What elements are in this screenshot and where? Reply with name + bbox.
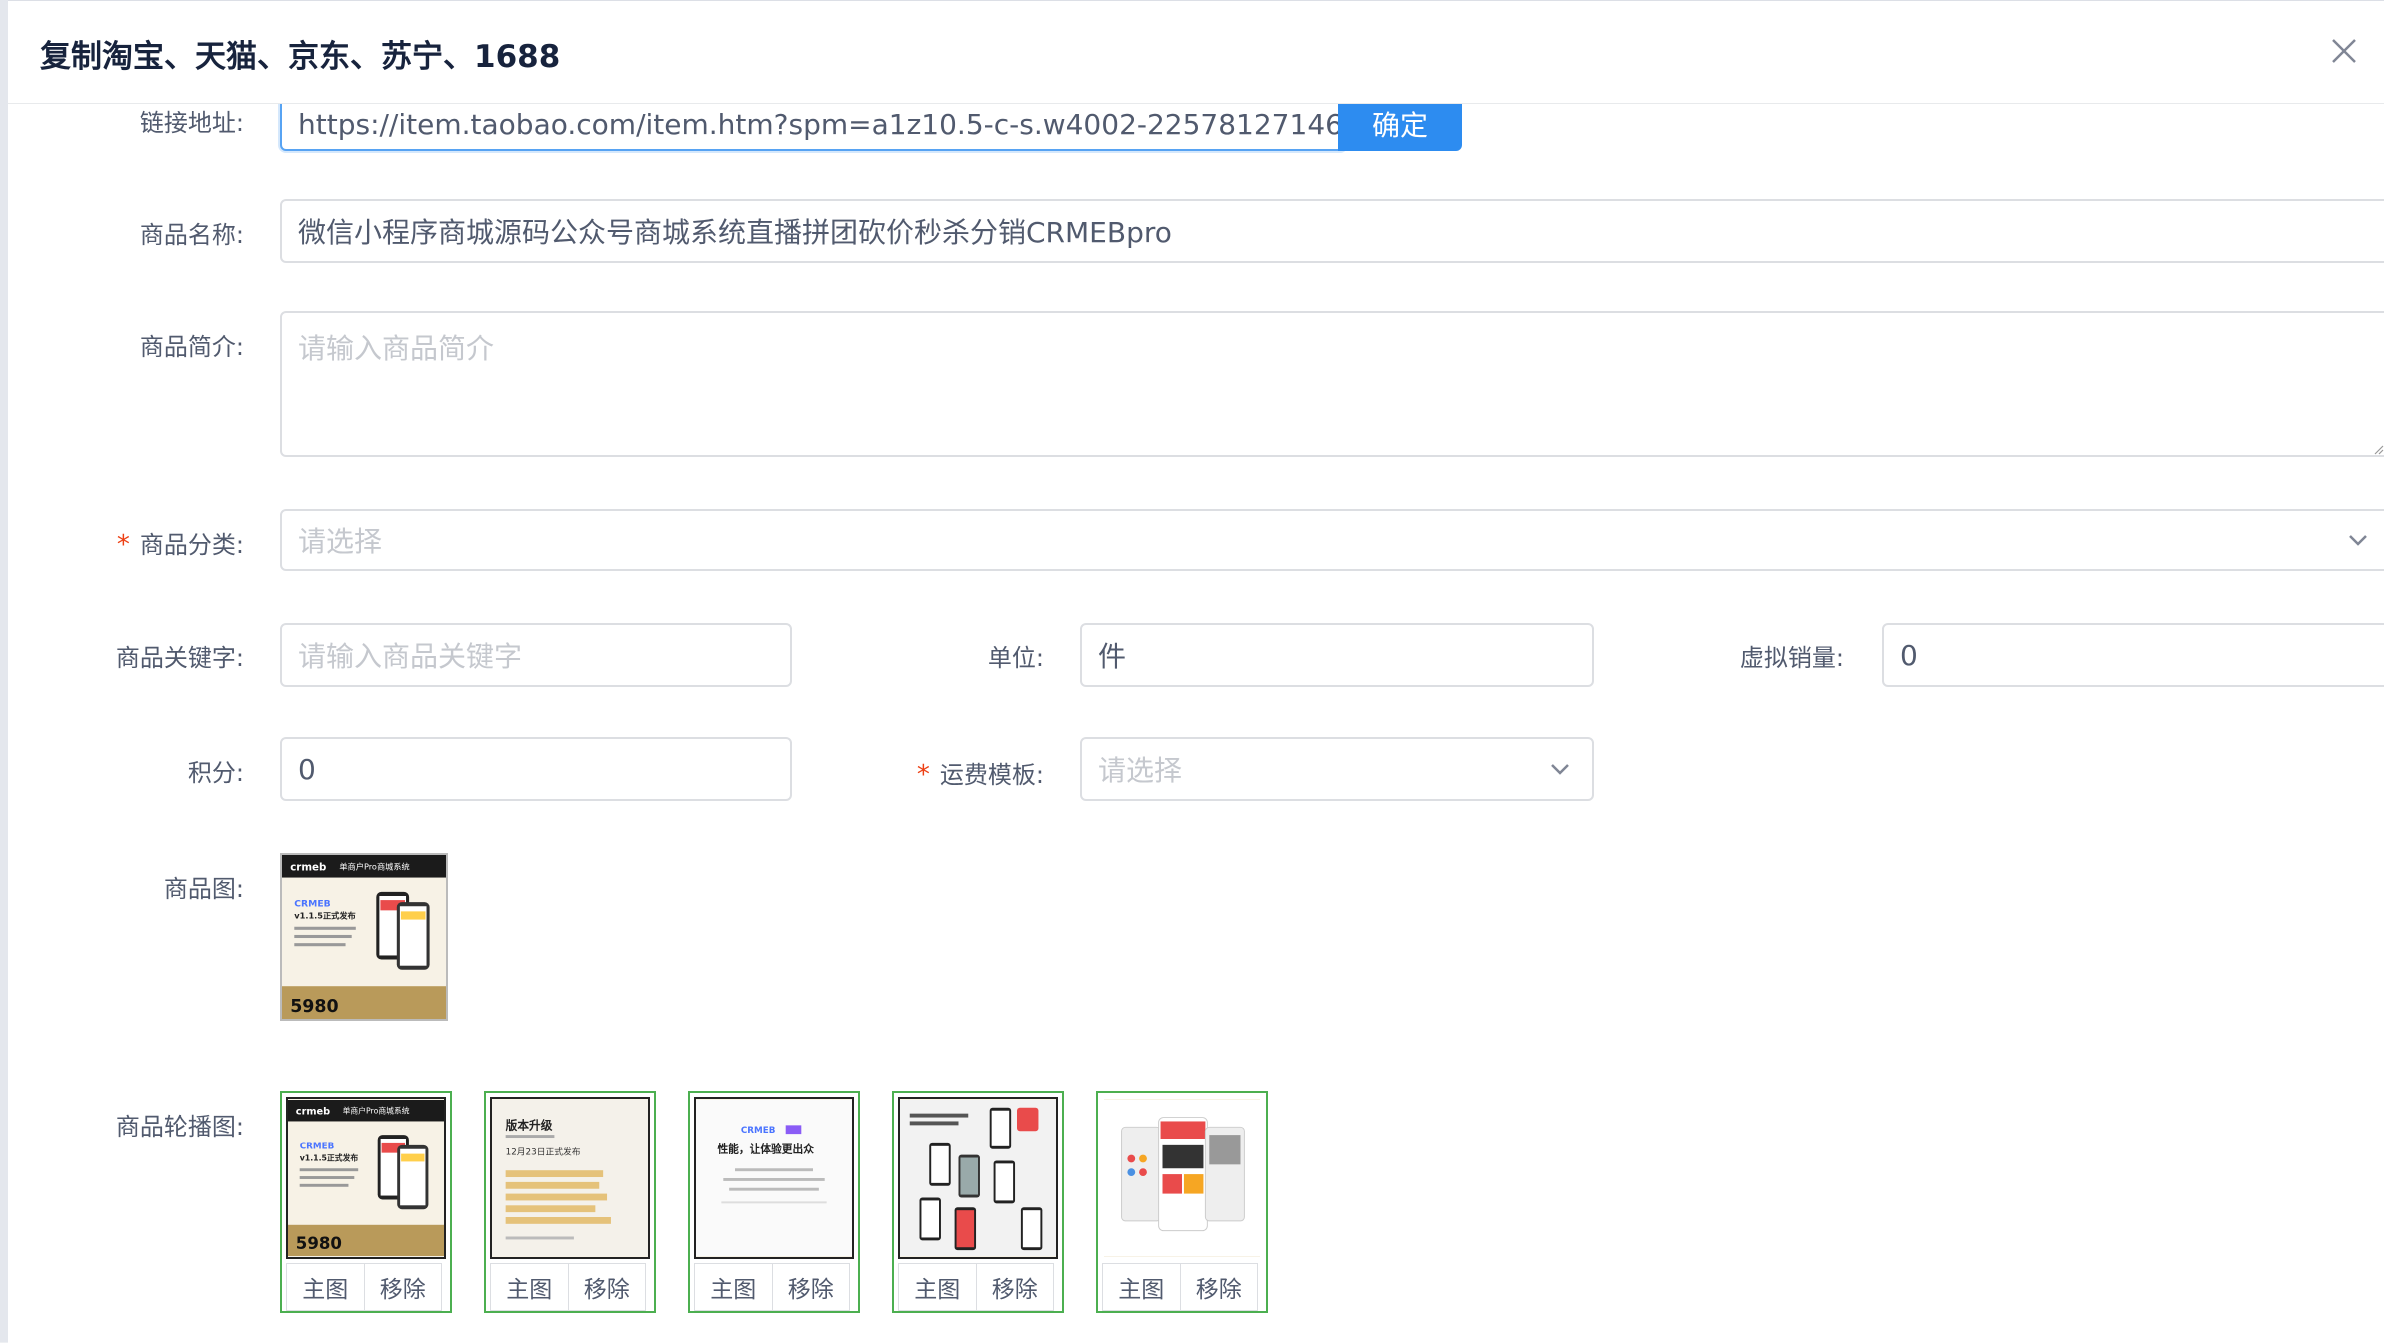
- svg-text:v1.1.5正式发布: v1.1.5正式发布: [300, 1152, 359, 1162]
- carousel-label: 商品轮播图:: [115, 1113, 244, 1141]
- confirm-button[interactable]: 确定: [1338, 97, 1462, 151]
- carousel-image[interactable]: [898, 1097, 1058, 1259]
- copy-product-modal: 复制淘宝、天猫、京东、苏宁、1688 链接地址: https://item.ta…: [8, 0, 2384, 1343]
- required-mark: *: [916, 760, 930, 790]
- required-mark: *: [116, 530, 130, 560]
- svg-text:crmeb: crmeb: [290, 861, 326, 873]
- keywords-placeholder: 请输入商品关键字: [298, 640, 523, 673]
- carousel-actions: 主图 移除: [286, 1263, 442, 1311]
- svg-text:5980: 5980: [290, 997, 338, 1017]
- remove-button[interactable]: 移除: [975, 1264, 1054, 1310]
- chevron-down-icon[interactable]: [1548, 757, 1572, 781]
- product-intro-textarea[interactable]: 请输入商品简介: [280, 311, 2384, 457]
- product-intro-placeholder: 请输入商品简介: [298, 332, 495, 365]
- svg-text:单商户Pro商城系统: 单商户Pro商城系统: [339, 861, 409, 871]
- phone-screens-image: [900, 1100, 1056, 1256]
- chevron-down-icon[interactable]: [2346, 528, 2370, 552]
- performance-poster-image: CRMEB 性能，让体验更出众: [696, 1100, 852, 1256]
- unit-label: 单位:: [987, 644, 1044, 672]
- remove-button[interactable]: 移除: [1179, 1264, 1258, 1310]
- set-main-button[interactable]: 主图: [695, 1264, 772, 1310]
- carousel-image[interactable]: [1102, 1097, 1262, 1259]
- main-product-image[interactable]: crmeb 单商户Pro商城系统 CRMEB v1.1.5正式发布 5980: [280, 853, 448, 1021]
- set-main-button[interactable]: 主图: [491, 1264, 568, 1310]
- set-main-button[interactable]: 主图: [1103, 1264, 1180, 1310]
- svg-text:单商户Pro商城系统: 单商户Pro商城系统: [343, 1106, 410, 1116]
- points-input[interactable]: 0: [280, 737, 792, 801]
- remove-button[interactable]: 移除: [363, 1264, 442, 1310]
- background-page-edge: [0, 0, 8, 1342]
- carousel-item: CRMEB 性能，让体验更出众 主图 移除: [688, 1091, 860, 1313]
- virtual-sales-input[interactable]: 0: [1882, 623, 2384, 687]
- textarea-resize-handle-icon[interactable]: [2372, 443, 2384, 455]
- carousel-actions: 主图 移除: [490, 1263, 646, 1311]
- close-icon[interactable]: [2328, 35, 2360, 67]
- poster-image: crmeb 单商户Pro商城系统 CRMEB v1.1.5正式发布 5980: [288, 1100, 444, 1256]
- modal-title: 复制淘宝、天猫、京东、苏宁、1688: [40, 39, 561, 75]
- shipping-placeholder: 请选择: [1098, 754, 1183, 787]
- upgrade-poster-image: 版本升级 12月23日正式发布: [492, 1100, 648, 1256]
- carousel-image[interactable]: CRMEB 性能，让体验更出众: [694, 1097, 854, 1259]
- carousel-image[interactable]: 版本升级 12月23日正式发布: [490, 1097, 650, 1259]
- svg-text:性能，让体验更出众: 性能，让体验更出众: [717, 1143, 814, 1156]
- virtual-sales-label: 虚拟销量:: [1739, 644, 1844, 672]
- points-label: 积分:: [187, 759, 244, 787]
- svg-text:CRMEB: CRMEB: [294, 898, 330, 909]
- carousel-actions: 主图 移除: [1102, 1263, 1258, 1311]
- carousel-item: 主图 移除: [892, 1091, 1064, 1313]
- link-label: 链接地址:: [139, 109, 244, 137]
- unit-input[interactable]: 件: [1080, 623, 1594, 687]
- product-name-input[interactable]: 微信小程序商城源码公众号商城系统直播拼团砍价秒杀分销CRMEBpro: [280, 199, 2384, 263]
- remove-button[interactable]: 移除: [567, 1264, 646, 1310]
- product-name-label: 商品名称:: [139, 221, 244, 249]
- svg-text:v1.1.5正式发布: v1.1.5正式发布: [294, 911, 355, 921]
- remove-button[interactable]: 移除: [771, 1264, 850, 1310]
- set-main-button[interactable]: 主图: [287, 1264, 364, 1310]
- category-placeholder: 请选择: [298, 525, 383, 558]
- svg-text:CRMEB: CRMEB: [300, 1142, 335, 1152]
- carousel-actions: 主图 移除: [898, 1263, 1054, 1311]
- app-screens-image: [1104, 1100, 1260, 1256]
- keywords-input[interactable]: 请输入商品关键字: [280, 623, 792, 687]
- carousel-image[interactable]: crmeb 单商户Pro商城系统 CRMEB v1.1.5正式发布 5980: [286, 1097, 446, 1259]
- link-input[interactable]: https://item.taobao.com/item.htm?spm=a1z…: [280, 97, 1346, 151]
- svg-text:5980: 5980: [296, 1234, 342, 1253]
- svg-text:CRMEB: CRMEB: [741, 1126, 776, 1136]
- set-main-button[interactable]: 主图: [899, 1264, 976, 1310]
- keywords-label: 商品关键字:: [115, 644, 244, 672]
- poster-image: crmeb 单商户Pro商城系统 CRMEB v1.1.5正式发布 5980: [282, 855, 446, 1019]
- carousel-actions: 主图 移除: [694, 1263, 850, 1311]
- carousel-item: 版本升级 12月23日正式发布 主图 移除: [484, 1091, 656, 1313]
- carousel-item: crmeb 单商户Pro商城系统 CRMEB v1.1.5正式发布 5980 主…: [280, 1091, 452, 1313]
- modal-header: 复制淘宝、天猫、京东、苏宁、1688: [8, 1, 2384, 104]
- svg-text:crmeb: crmeb: [296, 1107, 330, 1118]
- svg-text:版本升级: 版本升级: [506, 1118, 553, 1132]
- product-intro-label: 商品简介:: [139, 333, 244, 361]
- shipping-label: * 运费模板:: [916, 760, 1044, 790]
- shipping-select[interactable]: 请选择: [1080, 737, 1594, 801]
- main-image-label: 商品图:: [163, 875, 244, 903]
- category-label: * 商品分类:: [116, 530, 244, 560]
- category-select[interactable]: 请选择: [280, 509, 2384, 571]
- svg-text:12月23日正式发布: 12月23日正式发布: [506, 1146, 581, 1158]
- carousel-item: 主图 移除: [1096, 1091, 1268, 1313]
